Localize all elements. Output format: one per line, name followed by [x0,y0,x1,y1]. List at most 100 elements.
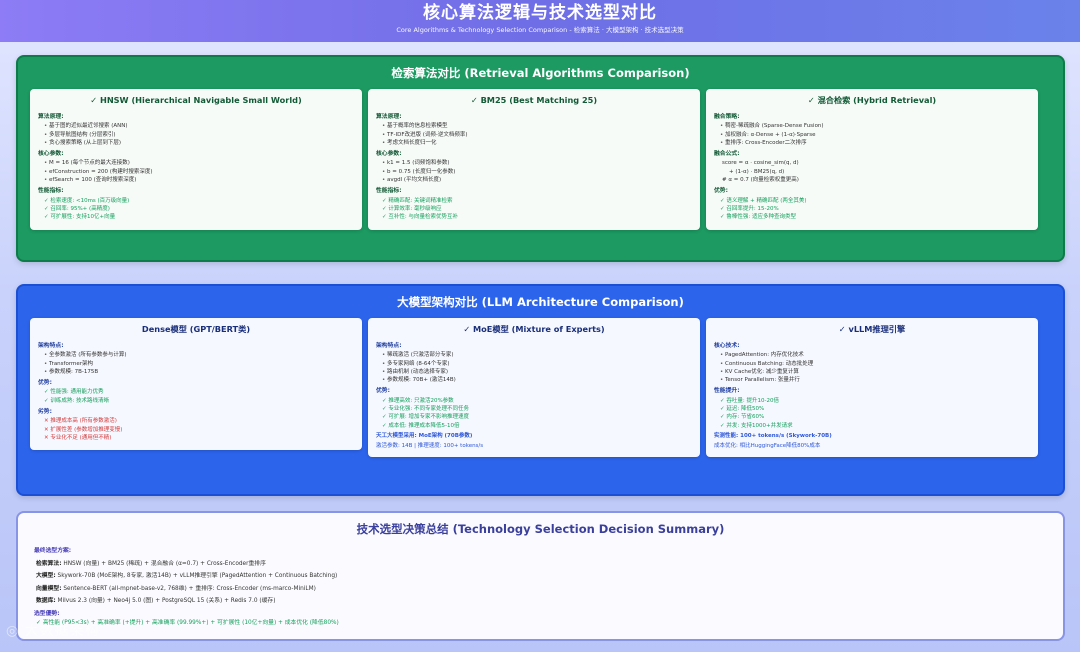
list-item: PagedAttention: 内存优化技术 [720,351,1030,359]
list-item: 可扩展: 增加专家不影响推理速度 [382,413,692,421]
moe-pros-heading: 优势: [376,388,390,395]
moe-features-list: 稀疏激活 (只激活部分专家) 多专家网络 (8-64个专家) 路由机制 (动态选… [376,351,692,384]
list-item: 重排序: Cross-Encoder二次排序 [720,139,1030,147]
list-item: 贪心搜索策略 (从上层到下层) [44,139,354,147]
list-item: 精确匹配: 关键词精准检索 [382,197,692,205]
hybrid-formula-heading: 融合公式: [714,151,740,158]
list-item: 训练成熟: 技术路线清晰 [44,397,354,405]
list-item: k1 = 1.5 (词频饱和参数) [382,159,692,167]
retrieval-section: 检索算法对比 (Retrieval Algorithms Comparison)… [16,55,1065,262]
list-item: 召回率提升: 15-20% [720,205,1030,213]
hnsw-principle-list: 基于图的近似最近邻搜索 (ANN) 多层导航图结构 (分层索引) 贪心搜索策略 … [38,122,354,147]
hnsw-card: ✓ HNSW (Hierarchical Navigable Small Wor… [30,89,362,230]
vllm-perf-list: 吞吐量: 提升10-20倍 延迟: 降低50% 内存: 节省60% 并发: 支持… [714,397,1030,430]
page-title: 核心算法逻辑与技术选型对比 [423,3,657,23]
hybrid-strategy-heading: 融合策略: [714,114,740,120]
list-item: 路由机制 (动态选择专家) [382,368,692,376]
list-item: 多层导航图结构 (分层索引) [44,131,354,139]
summary-row-value: Milvus 2.3 (向量) + Neo4j 5.0 (图) + Postgr… [55,598,276,605]
hnsw-principle-heading: 算法原理: [38,114,64,120]
dense-card-title: Dense模型 (GPT/BERT类) [141,324,251,334]
list-item: 全参数激活 (所有参数参与计算) [44,351,354,359]
vllm-perf-note: 实测性能: 100+ tokens/s (Skywork-70B) [714,432,832,439]
list-item: 专业化不足 (通用但不精) [44,434,354,442]
list-item: 扩展性差 (参数增加推理变慢) [44,426,354,434]
summary-section-title: 技术选型决策总结 (Technology Selection Decision … [356,522,725,536]
hnsw-params-heading: 核心参数: [38,151,64,158]
list-item: Transformer架构 [44,360,354,368]
list-item: 推理成本高 (所有参数激活) [44,417,354,425]
summary-row-key: 检索算法: [36,560,62,567]
advantages-text: ✓ 高性能 (P95<3s) + 高准确率 (+提升) + 高准确率 (99.9… [36,619,339,626]
list-item: 稠密-稀疏融合 (Sparse-Dense Fusion) [720,122,1030,130]
moe-pros-list: 推理高效: 只激活20%参数 专业化强: 不同专家处理不同任务 可扩展: 增加专… [376,397,692,430]
list-item: efSearch = 100 (查询时搜索深度) [44,176,354,184]
list-item: b = 0.75 (长度归一化参数) [382,168,692,176]
moe-features-heading: 架构特点: [376,343,402,349]
list-item: 推理高效: 只激活20%参数 [382,397,692,405]
dense-pros-heading: 优势: [38,380,52,387]
dense-cons-list: 推理成本高 (所有参数激活) 扩展性差 (参数增加推理变慢) 专业化不足 (通用… [38,417,354,442]
list-item: avgdl (平均文档长度) [382,176,692,184]
list-item: 参数规模: 70B+ (激活14B) [382,376,692,384]
hnsw-metrics-heading: 性能指标: [38,188,64,195]
bm25-card-title: ✓ BM25 (Best Matching 25) [470,95,598,105]
list-item: 可扩展性: 支持10亿+向量 [44,213,354,221]
summary-row-embedding: 向量模型: Sentence-BERT (all-mpnet-base-v2, … [34,583,1044,596]
summary-row-key: 向量模型: [36,585,62,592]
hybrid-advantages-heading: 优势: [714,188,728,195]
list-item: 检索速度: <10ms (百万级向量) [44,197,354,205]
list-item: 互补性: 与向量检索优势互补 [382,213,692,221]
list-item: 加权融合: α·Dense + (1-α)·Sparse [720,131,1030,139]
list-item: 基于概率的信息检索模型 [382,122,692,130]
dense-features-list: 全参数激活 (所有参数参与计算) Transformer架构 参数规模: 7B-… [38,351,354,376]
vllm-cost-note: 成本优化: 相比HuggingFace降低80%成本 [714,443,821,450]
list-item: Tensor Parallelism: 张量并行 [720,376,1030,384]
list-item: Continuous Batching: 动态批处理 [720,360,1030,368]
summary-body: 最终选型方案: 检索算法: HNSW (向量) + BM25 (稀疏) + 混合… [34,545,1044,629]
list-item: 语义理解 + 精确匹配 (两全其美) [720,197,1030,205]
vllm-tech-heading: 核心技术: [714,343,740,349]
list-item: 计算效率: 毫秒级响应 [382,205,692,213]
hybrid-card-title: ✓ 混合检索 (Hybrid Retrieval) [807,95,937,105]
vllm-card: ✓ vLLM推理引擎 核心技术: PagedAttention: 内存优化技术 … [706,318,1038,457]
bm25-principle-list: 基于概率的信息检索模型 TF-IDF改进版 (词频-逆文档频率) 考虑文档长度归… [376,122,692,147]
summary-row-value: Sentence-BERT (all-mpnet-base-v2, 768维) … [61,585,316,592]
list-item: 吞吐量: 提升10-20倍 [720,397,1030,405]
summary-row-llm: 大模型: Skywork-70B (MoE架构, 8专家, 激活14B) + v… [34,570,1044,583]
list-item: 基于图的近似最近邻搜索 (ANN) [44,122,354,130]
bm25-params-list: k1 = 1.5 (词频饱和参数) b = 0.75 (长度归一化参数) avg… [376,159,692,184]
vllm-card-title: ✓ vLLM推理引擎 [838,324,906,334]
moe-activation-note: 激活参数: 14B | 推理速度: 100+ tokens/s [376,443,484,450]
summary-row-value: Skywork-70B (MoE架构, 8专家, 激活14B) + vLLM推理… [55,573,338,580]
list-item: 性能强: 通用能力优秀 [44,388,354,396]
moe-adoption-note: 天工大模型采用: MoE架构 (70B参数) [376,432,473,439]
summary-row-retrieval: 检索算法: HNSW (向量) + BM25 (稀疏) + 混合融合 (α=0.… [34,558,1044,571]
list-item: 参数规模: 7B-175B [44,368,354,376]
list-item: efConstruction = 200 (构建时搜索深度) [44,168,354,176]
bm25-card: ✓ BM25 (Best Matching 25) 算法原理: 基于概率的信息检… [368,89,700,230]
list-item: M = 16 (每个节点的最大连接数) [44,159,354,167]
summary-row-key: 大模型: [36,573,56,580]
hybrid-formula: score = α · cosine_sim(q, d) + (1-α) · B… [714,159,1030,184]
list-item: KV Cache优化: 减少重复计算 [720,368,1030,376]
hnsw-metrics-list: 检索速度: <10ms (百万级向量) 召回率: 95%+ (高精度) 可扩展性… [38,197,354,222]
dense-pros-list: 性能强: 通用能力优秀 训练成熟: 技术路线清晰 [38,388,354,405]
summary-row-value: HNSW (向量) + BM25 (稀疏) + 混合融合 (α=0.7) + C… [61,560,266,567]
retrieval-section-title: 检索算法对比 (Retrieval Algorithms Comparison) [391,66,690,80]
watermark-logo: ◎ 大数据架构 [6,623,100,639]
list-item: 多专家网络 (8-64个专家) [382,360,692,368]
bm25-metrics-heading: 性能指标: [376,188,402,195]
list-item: 并发: 支持1000+并发请求 [720,422,1030,430]
hnsw-card-title: ✓ HNSW (Hierarchical Navigable Small Wor… [90,95,302,105]
header-banner: 核心算法逻辑与技术选型对比 Core Algorithms & Technolo… [0,0,1080,42]
llm-section-title: 大模型架构对比 (LLM Architecture Comparison) [397,295,684,309]
bm25-principle-heading: 算法原理: [376,114,402,120]
dense-cons-heading: 劣势: [38,409,52,416]
summary-section: 技术选型决策总结 (Technology Selection Decision … [16,511,1065,641]
moe-card-title: ✓ MoE模型 (Mixture of Experts) [463,324,605,334]
list-item: TF-IDF改进版 (词频-逆文档频率) [382,131,692,139]
summary-row-key: 数据库: [36,598,56,605]
list-item: 成本低: 推理成本降低5-10倍 [382,422,692,430]
moe-card: ✓ MoE模型 (Mixture of Experts) 架构特点: 稀疏激活 … [368,318,700,457]
